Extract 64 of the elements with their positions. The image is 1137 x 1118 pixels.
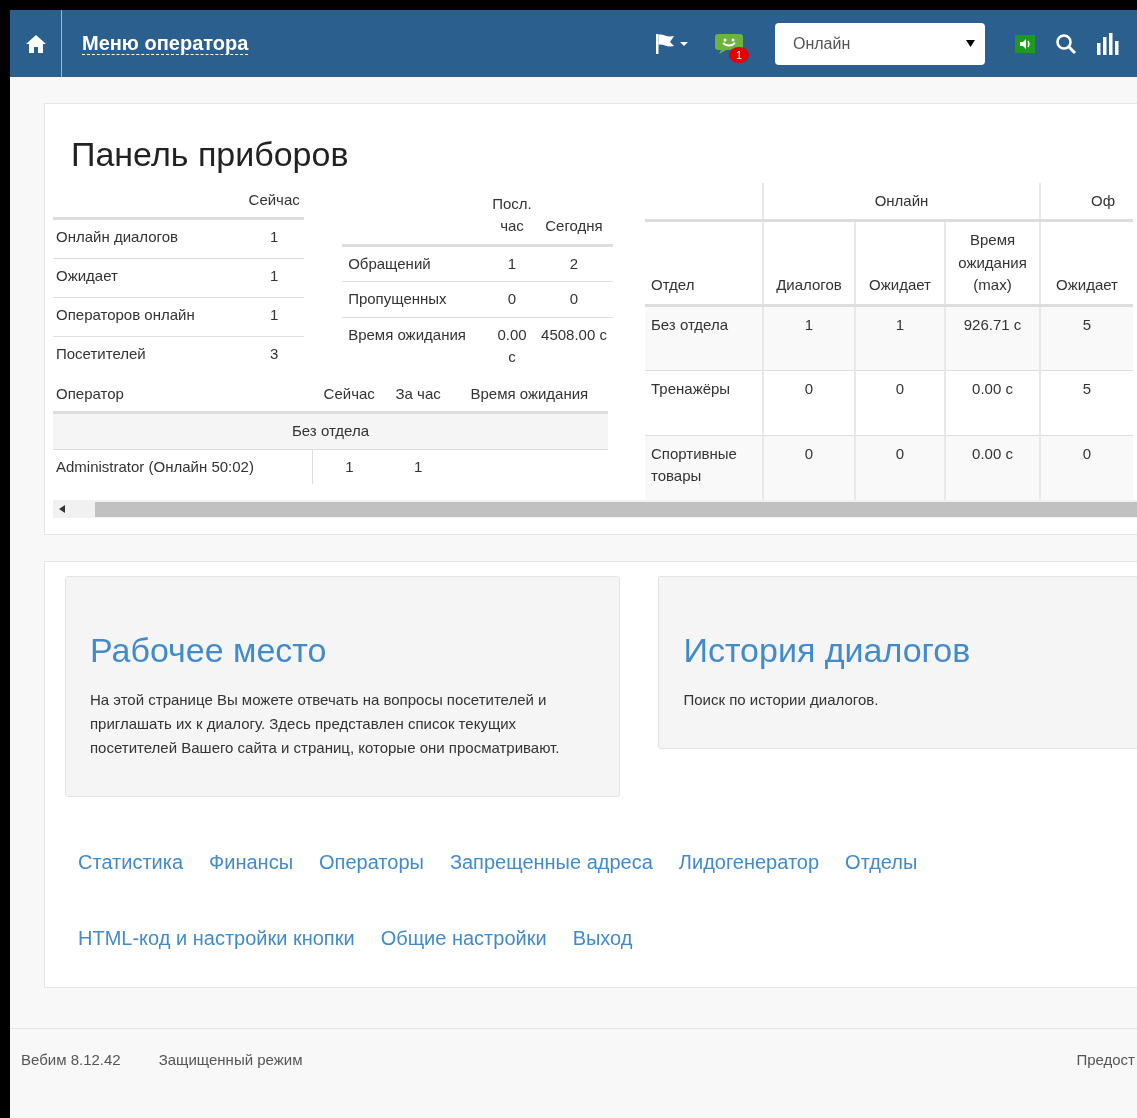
statistics-button[interactable] bbox=[1097, 32, 1119, 55]
table-cell: 0 bbox=[489, 281, 535, 318]
nav-link-item[interactable]: HTML-код и настройки кнопки bbox=[78, 923, 355, 954]
column-header: Посл. час bbox=[489, 186, 535, 246]
table-cell: 4508.00 с bbox=[535, 317, 613, 375]
sound-button[interactable] bbox=[1015, 32, 1035, 55]
card-description: На этой странице Вы можете отвечать на вопросы посетителей и приглашать их к диалогу. Здесь представлен список текущих посетителей Вашего сайта и страниц, которые они просматривают. bbox=[90, 690, 561, 759]
row-label: Операторов онлайн bbox=[53, 297, 245, 337]
operator-menu-link[interactable]: Меню оператора bbox=[82, 32, 249, 55]
scroll-left-icon[interactable] bbox=[59, 505, 65, 514]
search-icon bbox=[1055, 33, 1077, 55]
nav-link-item[interactable]: Отделы bbox=[845, 847, 918, 878]
footer-text: Предост bbox=[1076, 1050, 1135, 1071]
table-cell: 1 bbox=[763, 305, 855, 371]
row-label: Время ожидания bbox=[342, 317, 489, 375]
column-header: Сейчас bbox=[244, 182, 305, 219]
department-name: Тренажёры bbox=[645, 370, 763, 436]
table-cell: 0.00 с bbox=[489, 317, 535, 375]
bar-chart-icon bbox=[1097, 33, 1119, 55]
table-cell: 2 bbox=[535, 245, 613, 282]
nav-link-item[interactable]: Общие настройки bbox=[380, 923, 547, 954]
version-text: Вебим 8.12.42 bbox=[21, 1050, 121, 1071]
card-title-link[interactable]: История диалогов bbox=[683, 625, 1137, 677]
operator-name: Administrator (Онлайн 50:02) bbox=[53, 449, 313, 485]
card-description: Поиск по истории диалогов. bbox=[683, 690, 880, 711]
nav-link-item[interactable]: Статистика bbox=[78, 847, 184, 878]
table-cell: 3 bbox=[244, 336, 305, 375]
page-title: Панель приборов bbox=[71, 134, 350, 175]
table-cell: 0 bbox=[535, 281, 613, 318]
table-cell: 1 bbox=[385, 449, 451, 485]
column-header: Оф bbox=[1040, 182, 1134, 221]
speaker-icon bbox=[1015, 35, 1035, 54]
table-cell: 926.71 с bbox=[945, 305, 1041, 371]
department-name: Без отдела bbox=[645, 305, 763, 371]
caret-icon bbox=[679, 40, 689, 47]
row-label: Ожидает bbox=[53, 258, 245, 298]
table-cell: 1 bbox=[244, 297, 305, 337]
row-label: Пропущенных bbox=[342, 281, 489, 318]
row-label: Посетителей bbox=[53, 336, 245, 375]
caret-icon bbox=[966, 40, 975, 47]
nav-link-item[interactable]: Операторы bbox=[319, 847, 424, 878]
row-label: Обращений bbox=[342, 245, 489, 282]
status-select[interactable]: Онлайн bbox=[775, 22, 985, 65]
group-header: Без отдела bbox=[53, 412, 608, 450]
mode-text: Защищенный режим bbox=[158, 1050, 303, 1071]
nav-link-item[interactable]: Лидогенератор bbox=[678, 847, 820, 878]
table-cell: 1 bbox=[489, 245, 535, 282]
table-cell: 1 bbox=[312, 449, 386, 485]
nav-link-item[interactable]: Выход bbox=[572, 923, 633, 954]
column-header: Сегодня bbox=[535, 186, 613, 246]
table-cell: 5 bbox=[1040, 305, 1134, 371]
table-cell: 1 bbox=[855, 305, 945, 371]
search-button[interactable] bbox=[1055, 32, 1077, 55]
card-title-link[interactable]: Рабочее место bbox=[90, 625, 596, 677]
language-dropdown[interactable] bbox=[655, 32, 689, 55]
flag-icon bbox=[655, 32, 675, 55]
nav-link-item[interactable]: Запрещенные адреса bbox=[449, 847, 653, 878]
table-cell: 1 bbox=[244, 258, 305, 298]
column-header: Онлайн bbox=[763, 182, 1041, 221]
row-label: Онлайн диалогов bbox=[53, 218, 245, 259]
horizontal-scrollbar[interactable] bbox=[53, 500, 1137, 519]
table-cell: 1 bbox=[244, 218, 305, 259]
home-icon bbox=[24, 32, 47, 55]
nav-link-item[interactable]: Финансы bbox=[209, 847, 293, 878]
